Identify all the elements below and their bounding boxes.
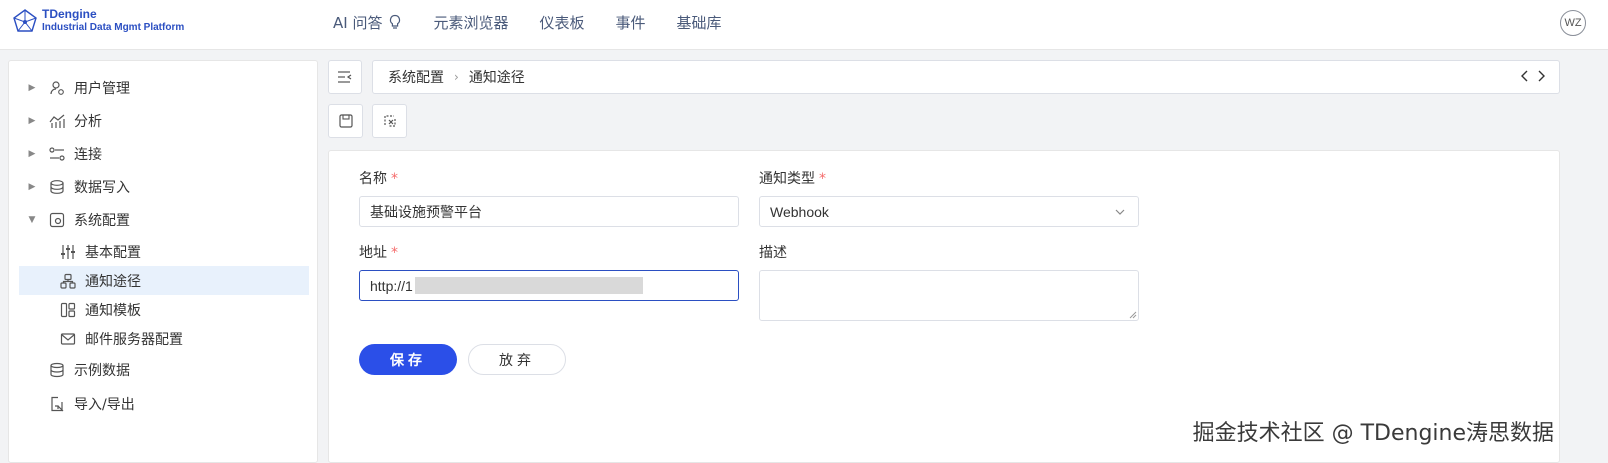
caret-right-icon[interactable]: ▶ — [27, 83, 37, 93]
nav-events-label: 事件 — [615, 13, 646, 32]
nav-base-library-label: 基础库 — [676, 13, 722, 32]
user-avatar[interactable]: WZ — [1560, 10, 1586, 36]
sidebar-subitem-label: 基本配置 — [85, 244, 141, 261]
name-input-value: 基础设施预警平台 — [370, 203, 482, 220]
caret-down-icon[interactable]: ▼ — [27, 215, 37, 225]
resize-grip-icon[interactable] — [1129, 311, 1137, 319]
description-label-text: 描述 — [759, 245, 787, 261]
sliders-icon — [59, 243, 77, 261]
forward-icon[interactable] — [1537, 69, 1547, 83]
tdengine-logo-icon — [13, 9, 37, 32]
save-icon — [338, 114, 353, 128]
name-label-text: 名称 — [359, 171, 387, 187]
nav-dashboard-label: 仪表板 — [539, 13, 585, 32]
sidebar-subitem-label: 通知途径 — [85, 273, 141, 290]
sidebar-toggle-button[interactable] — [328, 60, 362, 94]
top-nav: AI 问答 元素浏览器 仪表板 事件 基础库 — [333, 0, 753, 44]
discard-button[interactable]: 放弃 — [468, 344, 566, 375]
sidebar-subitem-mail-server[interactable]: 邮件服务器配置 — [19, 324, 309, 353]
type-select[interactable]: Webhook — [759, 196, 1139, 227]
sidebar-subitem-basic-config[interactable]: 基本配置 — [19, 237, 309, 266]
brand-subtitle: Industrial Data Mgmt Platform — [42, 22, 185, 33]
sidebar-item-user-management[interactable]: ▶ 用户管理 — [9, 73, 309, 103]
top-bar: TDengine Industrial Data Mgmt Platform A… — [0, 0, 1608, 50]
address-label-text: 地址 — [359, 245, 387, 261]
back-icon[interactable] — [1519, 69, 1529, 83]
discard-icon — [383, 115, 396, 127]
nav-events[interactable]: 事件 — [616, 12, 646, 33]
history-nav — [1519, 69, 1547, 83]
breadcrumb-separator-icon: › — [454, 70, 459, 84]
connection-icon — [48, 145, 66, 163]
sidebar-subitem-label: 通知模板 — [85, 302, 141, 319]
logo[interactable]: TDengine Industrial Data Mgmt Platform — [12, 8, 184, 34]
type-select-value: Webhook — [770, 203, 829, 220]
sidebar-item-label: 分析 — [74, 114, 102, 130]
required-mark: * — [819, 171, 826, 187]
sidebar-item-label: 连接 — [74, 147, 102, 163]
sidebar: ▶ 用户管理 ▶ 分析 ▶ 连接 ▶ 数据写入 ▼ 系统配置 基本配置 通知途径… — [8, 60, 318, 463]
save-toolbar-button[interactable] — [328, 104, 363, 138]
data-write-icon — [48, 178, 66, 196]
sidebar-item-system-config[interactable]: ▼ 系统配置 — [9, 205, 309, 235]
sidebar-item-label: 数据写入 — [74, 180, 130, 196]
address-input[interactable]: http://1 — [359, 270, 739, 301]
import-export-icon — [48, 395, 66, 413]
sidebar-item-import-export[interactable]: 导入/导出 — [9, 389, 309, 419]
description-label: 描述 — [759, 242, 787, 262]
sidebar-item-connection[interactable]: ▶ 连接 — [9, 139, 309, 169]
caret-right-icon[interactable]: ▶ — [27, 149, 37, 159]
database-icon — [48, 361, 66, 379]
sidebar-item-label: 系统配置 — [74, 213, 130, 229]
mail-icon — [59, 330, 77, 348]
nav-ai-qa[interactable]: AI 问答 — [333, 12, 402, 33]
redacted-block — [414, 277, 643, 294]
notify-channel-icon — [59, 272, 77, 290]
sidebar-item-analytics[interactable]: ▶ 分析 — [9, 106, 309, 136]
chevron-down-icon — [1115, 209, 1125, 215]
sidebar-item-label: 示例数据 — [74, 363, 130, 379]
breadcrumb-item[interactable]: 系统配置 — [388, 67, 444, 87]
lightbulb-icon — [390, 14, 401, 29]
required-mark: * — [391, 171, 398, 187]
sidebar-subitem-notify-template[interactable]: 通知模板 — [19, 295, 309, 324]
discard-toolbar-button[interactable] — [372, 104, 407, 138]
analytics-icon — [48, 112, 66, 130]
collapse-menu-icon — [338, 71, 352, 83]
brand-name: TDengine — [42, 7, 97, 21]
sidebar-subitem-notify-channel[interactable]: 通知途径 — [19, 266, 309, 295]
address-input-value: http://1 — [370, 277, 413, 294]
sidebar-subitem-label: 邮件服务器配置 — [85, 331, 183, 348]
save-button[interactable]: 保存 — [359, 344, 457, 375]
type-label: 通知类型 * — [759, 168, 826, 188]
nav-dashboard[interactable]: 仪表板 — [539, 12, 584, 33]
sidebar-item-data-write[interactable]: ▶ 数据写入 — [9, 172, 309, 202]
user-manage-icon — [48, 79, 66, 97]
watermark: 掘金技术社区 @ TDengine涛思数据 — [1192, 421, 1554, 446]
name-input[interactable]: 基础设施预警平台 — [359, 196, 739, 227]
nav-element-browser-label: 元素浏览器 — [433, 13, 509, 32]
template-icon — [59, 301, 77, 319]
caret-right-icon[interactable]: ▶ — [27, 182, 37, 192]
address-label: 地址 * — [359, 242, 398, 262]
caret-right-icon[interactable]: ▶ — [27, 116, 37, 126]
nav-base-library[interactable]: 基础库 — [677, 12, 722, 33]
description-textarea[interactable] — [759, 270, 1139, 321]
system-config-icon — [48, 211, 66, 229]
breadcrumb: 系统配置 › 通知途径 — [372, 60, 1560, 94]
sidebar-item-sample-data[interactable]: 示例数据 — [9, 355, 309, 385]
type-label-text: 通知类型 — [759, 171, 815, 187]
sidebar-item-label: 导入/导出 — [74, 397, 135, 413]
nav-element-browser[interactable]: 元素浏览器 — [433, 12, 508, 33]
breadcrumb-item-current: 通知途径 — [468, 70, 525, 86]
nav-ai-qa-label: AI 问答 — [333, 13, 383, 32]
name-label: 名称 * — [359, 168, 398, 188]
required-mark: * — [391, 245, 398, 261]
sidebar-item-label: 用户管理 — [74, 81, 130, 97]
